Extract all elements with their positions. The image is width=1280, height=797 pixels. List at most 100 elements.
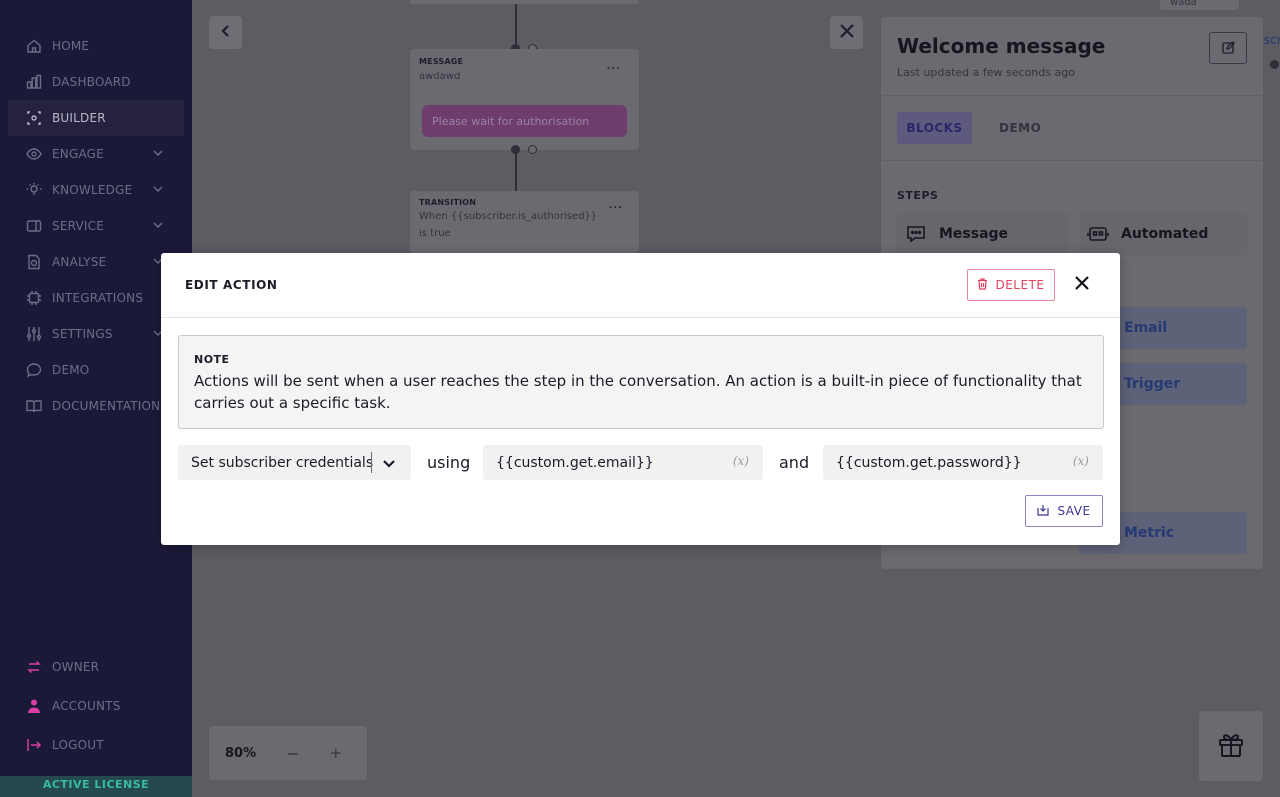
sidebar-item-label: SETTINGS [52,327,113,341]
password-field[interactable]: (x) [823,445,1103,480]
eye-icon [25,145,43,163]
step-label: Metric [1124,525,1175,541]
step-label: Email [1124,320,1168,336]
using-label: using [427,453,471,472]
sidebar-item-engage[interactable]: ENGAGE [0,136,192,172]
sidebar-item-label: LOGOUT [52,738,104,752]
edit-icon [1221,39,1235,58]
switch-arrows-icon [25,658,43,676]
zoom-out-button[interactable]: − [286,744,299,763]
note-text: Actions will be sent when a user reaches… [194,372,1082,412]
close-panel-button[interactable] [830,16,863,49]
sidebar-item-label: DEMO [52,363,90,377]
sidebar-item-label: HOME [52,39,90,53]
connector-line [515,153,517,191]
sidebar-item-service[interactable]: SERVICE [0,208,192,244]
note-box: NOTE Actions will be sent when a user re… [178,335,1104,429]
edit-action-modal: EDIT ACTION DELETE NOTE Actions will be … [161,253,1120,545]
connector-dot[interactable] [1270,60,1279,69]
flow-card-message[interactable]: MESSAGE awdawd ... Please wait for autho… [410,49,639,150]
chevron-down-icon[interactable] [382,455,396,474]
panel-title: Welcome message [897,34,1106,58]
bar-chart-icon [25,73,43,91]
card-menu-icon[interactable]: ... [607,61,621,72]
zoom-in-button[interactable]: + [330,744,343,762]
email-input[interactable] [483,445,763,480]
sidebar-item-label: ACCOUNTS [52,699,121,713]
ticket-icon [25,217,43,235]
card-condition: When {{subscriber.is_authorised}} [419,211,598,222]
user-icon [25,697,43,715]
gift-button[interactable] [1199,711,1263,781]
sidebar-item-home[interactable]: HOME [0,28,192,64]
step-label: Trigger [1124,376,1181,392]
divider [881,95,1263,96]
chevron-down-icon[interactable] [152,219,164,234]
step-automated[interactable]: Automated [1079,213,1247,255]
chevron-left-icon [219,23,233,42]
step-label: Message [939,226,1009,242]
sidebar-item-label: SERVICE [52,219,104,233]
note-label: NOTE [194,353,230,366]
flow-card-partial[interactable]: wada [1160,0,1239,10]
edge-label: scr [1264,33,1280,47]
sidebar-item-label: OWNER [52,660,100,674]
sidebar-item-accounts[interactable]: ACCOUNTS [0,688,192,724]
sidebar-item-owner[interactable]: OWNER [0,649,192,685]
close-icon [839,23,855,43]
save-icon [1037,504,1057,519]
edit-button[interactable] [1209,32,1247,64]
sidebar-item-dashboard[interactable]: DASHBOARD [0,64,192,100]
sidebar-item-builder[interactable]: BUILDER [8,100,184,136]
sidebar-item-label: ANALYSE [52,255,107,269]
back-button[interactable] [209,16,242,49]
card-subtitle: awdawd [419,71,461,82]
sidebar-item-label: KNOWLEDGE [52,183,133,197]
divider [371,452,372,473]
card-subtitle: wada [1170,0,1197,8]
card-title: MESSAGE [419,57,464,66]
zoom-level: 80% [225,745,257,761]
chat-bubble-icon [905,223,927,245]
sidebar-item-logout[interactable]: LOGOUT [0,727,192,763]
sidebar-item-label: DOCUMENTATION [52,399,161,413]
analyse-icon [25,253,43,271]
lightbulb-icon [25,181,43,199]
flow-card-transition[interactable]: TRANSITION When {{subscriber.is_authoris… [410,191,639,253]
sidebar-item-knowledge[interactable]: KNOWLEDGE [0,172,192,208]
message-bubble: Please wait for authorisation [422,105,627,137]
book-icon [25,397,43,415]
chip-icon [25,289,43,307]
email-field[interactable]: (x) [483,445,763,480]
and-label: and [779,453,810,472]
flow-card-previous[interactable] [410,0,639,4]
action-select[interactable]: Set subscriber credentials [178,445,411,480]
tab-demo[interactable]: DEMO [999,112,1041,144]
tab-blocks[interactable]: BLOCKS [897,112,972,144]
connector-dot[interactable] [528,145,537,154]
sidebar-item-label: BUILDER [52,111,106,125]
chat-bubble-icon [25,361,43,379]
sidebar-item-label: INTEGRATIONS [52,291,144,305]
card-menu-icon[interactable]: ... [609,200,623,211]
license-badge: ACTIVE LICENSE [0,776,192,797]
variable-icon[interactable]: (x) [1073,454,1089,468]
password-input[interactable] [823,445,1103,480]
chevron-down-icon[interactable] [152,147,164,162]
close-icon [1074,275,1090,295]
last-updated-text: Last updated a few seconds ago [897,66,1075,79]
divider [161,317,1120,318]
save-button[interactable]: SAVE [1025,495,1103,527]
action-select-value: Set subscriber credentials [191,454,374,471]
step-message[interactable]: Message [897,213,1069,255]
chevron-down-icon[interactable] [152,183,164,198]
delete-button[interactable]: DELETE [967,269,1055,301]
gift-icon [1217,730,1245,762]
variable-icon[interactable]: (x) [733,454,749,468]
sidebar-item-label: ENGAGE [52,147,104,161]
close-modal-button[interactable] [1072,275,1092,295]
save-label: SAVE [1057,504,1091,518]
robot-icon [1087,223,1109,245]
card-title: TRANSITION [419,198,477,207]
zoom-control: 80% − + [209,726,367,780]
